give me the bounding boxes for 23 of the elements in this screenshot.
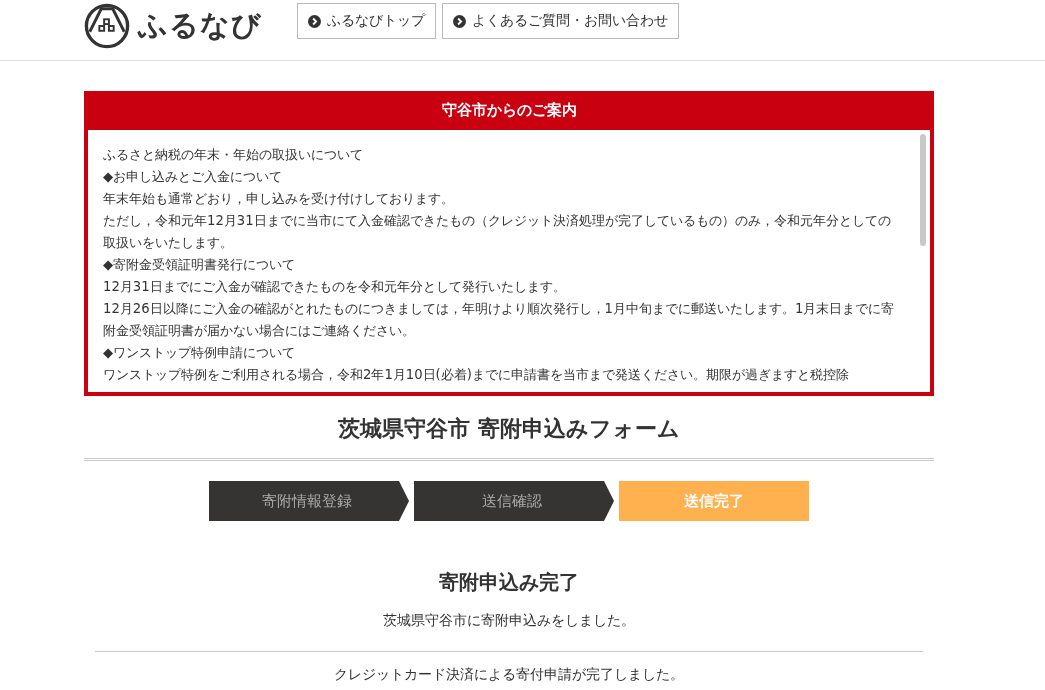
nav-link[interactable]: ふるなびトップ: [297, 3, 436, 39]
payment-note: クレジットカード決済による寄付申請が完了しました。: [333, 665, 685, 684]
notice-paragraph: ワンストップ特例をご利用される場合，令和2年1月10日(必着)までに申請書を当市まで発送ください。期限が過ぎますと税控除: [103, 366, 850, 384]
progress-step: 寄附情報登録: [209, 481, 409, 521]
notice-paragraph: 12月31日までにご入金が確認できたものを令和元年分として発行いたします。: [103, 278, 567, 296]
notice-paragraph: 12月26日以降にご入金の確認がとれたものにつきましては，年明けより順次発行し，1月中旬までに郵送いたします。1月末日までに寄附金受領証明書が届かない場合にはご連絡ください。: [103, 300, 895, 340]
notice-paragraph: ただし，令和元年12月31日までに当市にて入金確認できたもの（クレジット決済処理が完了しているもの）のみ，令和元年分としての取扱いをいたします。: [103, 212, 892, 252]
progress-step: 送信確認: [414, 481, 614, 521]
progress-step: 送信完了: [619, 481, 809, 521]
nav-link[interactable]: よくあるご質問・お問い合わせ: [442, 3, 679, 39]
chevron-circle-icon: [308, 14, 321, 28]
logo-text[interactable]: ふるなび: [138, 5, 262, 46]
completion-heading: 寄附申込み完了: [438, 569, 580, 596]
notice-paragraph: ◆ワンストップ特例申請について: [103, 344, 297, 362]
chevron-circle-icon: [453, 14, 466, 28]
house-logo-icon: [84, 2, 130, 49]
completion-message: 茨城県守谷市に寄附申込みをしました。: [382, 611, 636, 630]
notice-paragraph: 年末年始も通常どおり，申し込みを受け付けしております。: [103, 190, 455, 208]
form-title: 茨城県守谷市 寄附申込みフォーム: [337, 415, 681, 443]
notice-paragraph: ◆寄附金受領証明書発行について: [103, 256, 297, 274]
notice-paragraph: ◆お申し込みとご入金について: [103, 168, 284, 186]
notice-paragraph: ふるさと納税の年末・年始の取扱いについて: [103, 146, 364, 164]
notice-title: 守谷市からのご案内: [88, 95, 930, 128]
